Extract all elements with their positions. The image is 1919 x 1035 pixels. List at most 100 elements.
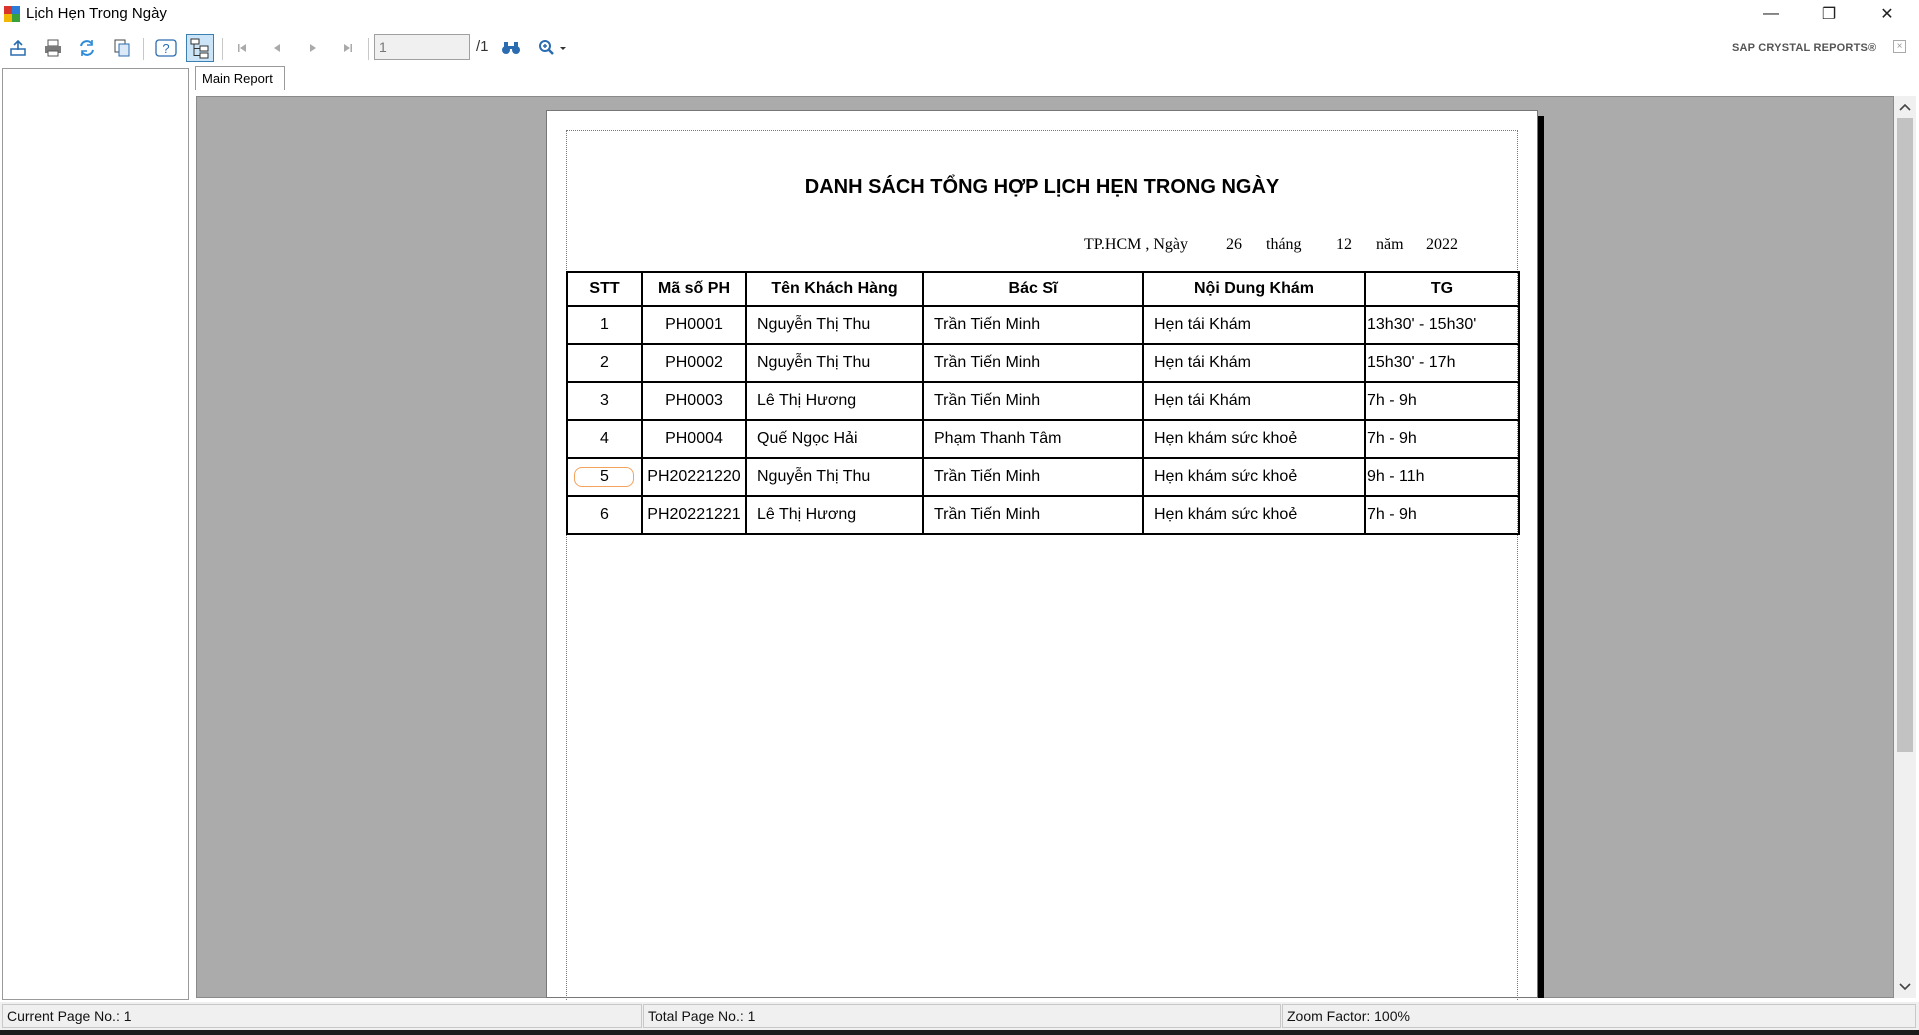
last-page-button[interactable]	[334, 34, 362, 62]
vertical-scrollbar[interactable]	[1894, 96, 1916, 998]
group-tree-panel[interactable]	[2, 68, 189, 1000]
toggle-group-tree-button[interactable]	[186, 34, 214, 62]
cell-stt: 6	[566, 495, 643, 535]
export-button[interactable]	[4, 34, 32, 62]
cell-bac-si: Trần Tiến Minh	[922, 495, 1144, 535]
scroll-thumb[interactable]	[1897, 118, 1913, 752]
group-tree-icon	[190, 38, 209, 59]
cell-tg: 13h30' - 15h30'	[1364, 305, 1520, 345]
cell-tg: 7h - 9h	[1364, 381, 1520, 421]
scroll-down-icon[interactable]	[1894, 976, 1916, 998]
taskbar-edge	[0, 1030, 1919, 1035]
cell-khach-hang: Nguyễn Thị Thu	[745, 457, 924, 497]
binoculars-icon	[502, 42, 520, 54]
cell-stt: 4	[566, 419, 643, 459]
date-day: 26	[1226, 236, 1242, 253]
cell-ma-so-ph: PH0003	[641, 381, 747, 421]
copy-button[interactable]	[108, 34, 136, 62]
appointments-table: STT Mã số PH Tên Khách Hàng Bác Sĩ Nội D…	[566, 271, 1520, 535]
cell-ma-so-ph: PH0001	[641, 305, 747, 345]
table-row: 5 PH20221220 Nguyễn Thị Thu Trần Tiến Mi…	[566, 457, 1520, 497]
date-year-label: năm	[1376, 236, 1404, 253]
cell-khach-hang: Quế Ngọc Hải	[745, 419, 924, 459]
column-header-ten-khach-hang: Tên Khách Hàng	[745, 271, 924, 307]
close-button[interactable]: ✕	[1858, 0, 1916, 28]
title-bar: Lịch Hẹn Trong Ngày — ❐ ✕	[0, 0, 1919, 28]
column-header-ma-so-ph: Mã số PH	[641, 271, 747, 307]
column-header-tg: TG	[1364, 271, 1520, 307]
tab-main-report[interactable]: Main Report	[195, 66, 285, 90]
cell-khach-hang: Lê Thị Hương	[745, 495, 924, 535]
status-bar: Current Page No.: 1 Total Page No.: 1 Zo…	[0, 1002, 1919, 1030]
page-total-label: /1	[476, 38, 489, 55]
table-row: 6 PH20221221 Lê Thị Hương Trần Tiến Minh…	[566, 495, 1520, 535]
previous-page-button[interactable]	[263, 34, 291, 62]
zoom-dropdown-button[interactable]	[533, 34, 573, 62]
refresh-button[interactable]	[73, 34, 101, 62]
restore-button[interactable]: ❐	[1800, 0, 1858, 28]
refresh-icon	[80, 40, 94, 56]
table-row: 3 PH0003 Lê Thị Hương Trần Tiến Minh Hẹn…	[566, 381, 1520, 421]
scroll-up-icon[interactable]	[1894, 96, 1916, 118]
cell-noi-dung: Hẹn tái Khám	[1142, 381, 1366, 421]
cell-bac-si: Trần Tiến Minh	[922, 457, 1144, 497]
cell-bac-si: Phạm Thanh Tâm	[922, 419, 1144, 459]
status-current-page: Current Page No.: 1	[2, 1004, 642, 1028]
cell-ma-so-ph: PH0002	[641, 343, 747, 383]
column-header-noi-dung-kham: Nội Dung Khám	[1142, 271, 1366, 307]
page-margin-guide	[566, 130, 1518, 1000]
export-icon	[10, 39, 26, 56]
first-page-icon	[238, 44, 246, 52]
date-month-label: tháng	[1266, 236, 1302, 253]
close-icon: ✕	[1880, 6, 1894, 23]
window-title: Lịch Hẹn Trong Ngày	[26, 5, 167, 22]
cell-tg: 7h - 9h	[1364, 495, 1520, 535]
zoom-icon	[539, 40, 566, 55]
minimize-button[interactable]: —	[1742, 0, 1800, 28]
previous-page-icon	[274, 44, 280, 52]
find-button[interactable]	[497, 34, 525, 62]
page-number-input[interactable]	[374, 34, 470, 60]
cell-noi-dung: Hẹn tái Khám	[1142, 343, 1366, 383]
cell-stt: 3	[566, 381, 643, 421]
first-page-button[interactable]	[228, 34, 256, 62]
brand-label: SAP CRYSTAL REPORTS®	[1732, 42, 1877, 54]
status-total-page: Total Page No.: 1	[643, 1004, 1281, 1028]
table-row: 2 PH0002 Nguyễn Thị Thu Trần Tiến Minh H…	[566, 343, 1520, 383]
app-icon	[4, 6, 20, 22]
minimize-icon: —	[1763, 5, 1779, 22]
cell-tg: 7h - 9h	[1364, 419, 1520, 459]
cell-noi-dung: Hẹn khám sức khoẻ	[1142, 495, 1366, 535]
next-page-icon	[310, 44, 316, 52]
cell-ma-so-ph: PH20221221	[641, 495, 747, 535]
column-header-bac-si: Bác Sĩ	[922, 271, 1144, 307]
cell-stt: 2	[566, 343, 643, 383]
cell-noi-dung: Hẹn tái Khám	[1142, 305, 1366, 345]
next-page-button[interactable]	[299, 34, 327, 62]
restore-icon: ❐	[1821, 6, 1837, 23]
cell-stt[interactable]: 5	[566, 457, 643, 497]
print-button[interactable]	[39, 34, 67, 62]
copy-icon	[114, 39, 130, 57]
cell-bac-si: Trần Tiến Minh	[922, 381, 1144, 421]
help-button[interactable]: ?	[152, 34, 180, 62]
svg-text:?: ?	[162, 41, 169, 56]
cell-ma-so-ph: PH20221220	[641, 457, 747, 497]
date-place: TP.HCM , Ngày	[1084, 236, 1189, 253]
report-viewer-window: Lịch Hẹn Trong Ngày — ❐ ✕ ? 1 /1 SAP CRY…	[0, 0, 1919, 1035]
help-icon: ?	[155, 39, 177, 57]
brand-close-button[interactable]: ×	[1893, 40, 1906, 53]
toolbar: ?	[0, 30, 1919, 66]
cell-stt-value: 5	[600, 468, 609, 485]
cell-bac-si: Trần Tiến Minh	[922, 305, 1144, 345]
cell-khach-hang: Lê Thị Hương	[745, 381, 924, 421]
cell-noi-dung: Hẹn khám sức khoẻ	[1142, 419, 1366, 459]
cell-bac-si: Trần Tiến Minh	[922, 343, 1144, 383]
column-header-stt: STT	[566, 271, 643, 307]
last-page-icon	[344, 44, 352, 52]
cell-noi-dung: Hẹn khám sức khoẻ	[1142, 457, 1366, 497]
table-row: 1 PH0001 Nguyễn Thị Thu Trần Tiến Minh H…	[566, 305, 1520, 345]
cell-khach-hang: Nguyễn Thị Thu	[745, 343, 924, 383]
date-month: 12	[1336, 236, 1352, 253]
cell-tg: 9h - 11h	[1364, 457, 1520, 497]
